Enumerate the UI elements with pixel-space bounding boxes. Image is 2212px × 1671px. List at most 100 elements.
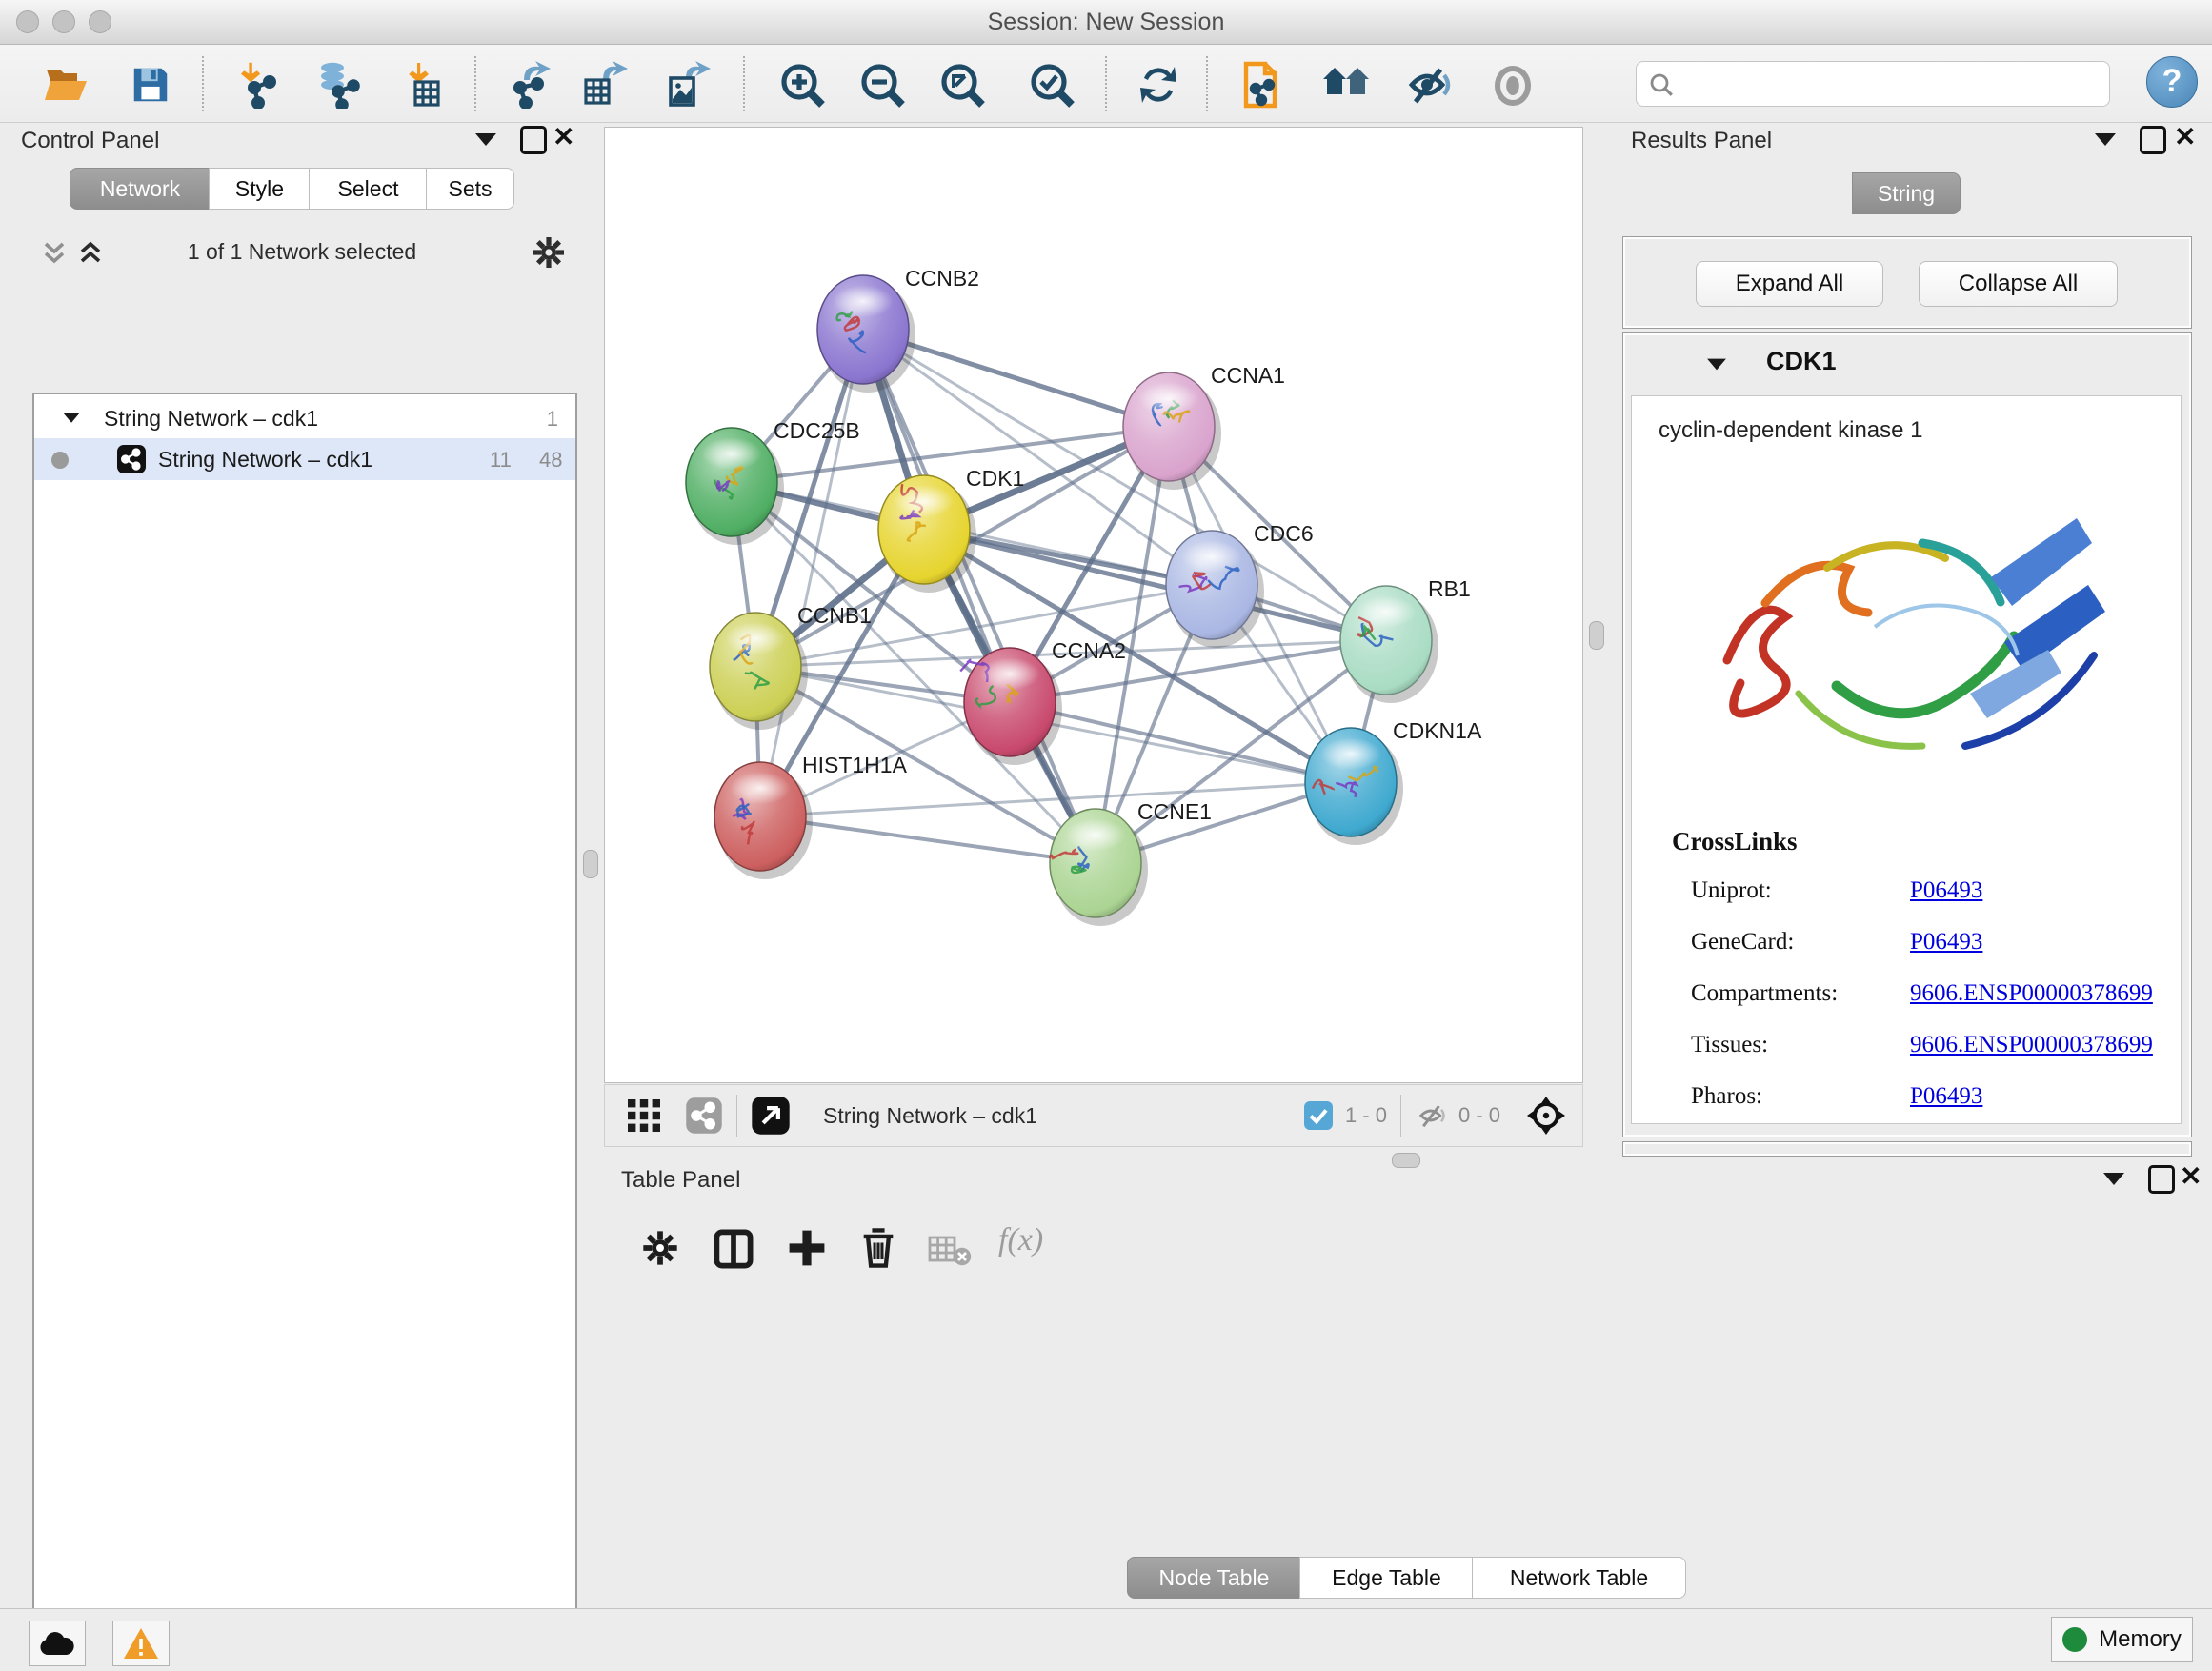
toolbar-separator (1400, 1095, 1401, 1137)
crosslink-pharos-link[interactable]: P06493 (1910, 1083, 1982, 1110)
cloud-status-button[interactable] (29, 1621, 86, 1666)
tab-node-table[interactable]: Node Table (1127, 1557, 1301, 1599)
open-session-button[interactable] (40, 58, 93, 111)
crosslink-label: GeneCard: (1691, 929, 1794, 956)
import-table-icon (398, 61, 448, 109)
results-panel-close-icon[interactable]: ✕ (2174, 126, 2196, 149)
network-node-ccna1[interactable]: CCNA1 (1123, 363, 1285, 490)
expand-all-networks-icon[interactable] (76, 238, 105, 267)
node-section-collapse-icon[interactable] (1707, 359, 1726, 371)
crosslink-uniprot-link[interactable]: P06493 (1910, 877, 1982, 904)
control-panel-float-icon[interactable] (520, 126, 547, 154)
show-columns-icon[interactable] (713, 1228, 754, 1270)
zoom-selected-button[interactable] (1025, 58, 1078, 111)
network-row-selected[interactable]: String Network – cdk1 11 48 (34, 438, 575, 480)
grid-view-icon[interactable] (626, 1097, 662, 1134)
control-panel-menu-icon[interactable] (475, 133, 496, 146)
toolbar-separator (1105, 56, 1107, 111)
import-network-database-button[interactable] (312, 58, 365, 111)
node-gene-symbol: CDK1 (1766, 347, 1837, 376)
table-options-gear-icon[interactable] (640, 1228, 680, 1268)
memory-status-button[interactable]: Memory (2051, 1617, 2193, 1662)
zoom-out-button[interactable] (855, 58, 909, 111)
apply-layout-button[interactable] (1132, 58, 1185, 111)
table-panel-menu-icon[interactable] (2103, 1173, 2124, 1185)
collapse-all-networks-icon[interactable] (40, 238, 69, 267)
crosslink-tissues-link[interactable]: 9606.ENSP00000378699 (1910, 1032, 2153, 1058)
crosslinks-title: CrossLinks (1672, 827, 1798, 856)
network-options-gear-icon[interactable] (531, 234, 567, 271)
zoom-fit-button[interactable] (935, 58, 989, 111)
collection-collapse-icon[interactable] (63, 413, 80, 422)
database-icon (313, 61, 363, 109)
show-graphics-details-button[interactable] (1486, 58, 1539, 111)
network-from-clipboard-button[interactable] (1237, 58, 1290, 111)
detach-view-icon[interactable] (751, 1096, 791, 1136)
export-image-button[interactable] (661, 58, 714, 111)
network-node-cdkn1a[interactable]: CDKN1A (1305, 718, 1482, 845)
toolbar-separator (474, 56, 476, 111)
delete-column-icon[interactable] (857, 1226, 899, 1270)
tab-string[interactable]: String (1852, 172, 1961, 214)
table-panel-float-icon[interactable] (2148, 1165, 2175, 1194)
network-node-ccnb2[interactable]: CCNB2 (817, 266, 979, 393)
collapse-all-button[interactable]: Collapse All (1919, 261, 2118, 307)
expand-all-button[interactable]: Expand All (1696, 261, 1883, 307)
export-table-button[interactable] (578, 58, 632, 111)
save-session-button[interactable] (124, 58, 177, 111)
control-panel-close-icon[interactable]: ✕ (553, 126, 574, 149)
network-overview-icon[interactable] (685, 1097, 723, 1135)
search-input[interactable] (1682, 66, 2096, 100)
table-panel-close-icon[interactable]: ✕ (2180, 1165, 2202, 1188)
tab-style[interactable]: Style (209, 168, 311, 210)
network-node-ccne1[interactable]: CCNE1 (1050, 799, 1212, 926)
network-collection-row[interactable]: String Network – cdk1 1 (34, 398, 575, 438)
zoom-in-button[interactable] (775, 58, 829, 111)
import-network-file-button[interactable] (231, 58, 285, 111)
network-node-rb1[interactable]: RB1 (1340, 576, 1471, 703)
network-edge[interactable] (863, 330, 1096, 863)
selected-checkbox-icon[interactable] (1303, 1100, 1334, 1131)
refresh-icon (1135, 61, 1182, 109)
warnings-button[interactable] (112, 1621, 170, 1666)
current-network-indicator-dot (51, 452, 69, 469)
hidden-eye-icon (1415, 1101, 1449, 1130)
results-next-section-partial (1622, 1141, 2192, 1157)
main-toolbar: ? (0, 45, 2212, 123)
node-label: RB1 (1428, 576, 1471, 601)
results-panel-float-icon[interactable] (2140, 126, 2166, 154)
hide-unhide-button[interactable] (1402, 58, 1456, 111)
tab-edge-table[interactable]: Edge Table (1299, 1557, 1474, 1599)
network-graph[interactable]: CCNB2CCNA1CDC25BCDK1CDC6RB1CCNB1CCNA2CDK… (605, 128, 1582, 1082)
export-network-button[interactable] (503, 58, 556, 111)
crosslink-compartments-link[interactable]: 9606.ENSP00000378699 (1910, 980, 2153, 1007)
create-column-icon[interactable] (785, 1226, 829, 1270)
toolbar-separator (1206, 56, 1208, 111)
zoom-selected-icon (1028, 61, 1076, 109)
cloud-icon (38, 1628, 76, 1659)
memory-ok-indicator (2062, 1627, 2087, 1652)
network-node-count: 11 (490, 448, 512, 473)
results-panel-menu-icon[interactable] (2095, 133, 2116, 146)
network-view-canvas[interactable]: CCNB2CCNA1CDC25BCDK1CDC6RB1CCNB1CCNA2CDK… (604, 127, 1583, 1083)
document-network-icon (1238, 60, 1288, 110)
window-title: Session: New Session (0, 9, 2212, 36)
collection-count: 1 (547, 407, 558, 432)
show-all-networks-button[interactable] (1320, 58, 1374, 111)
import-table-file-button[interactable] (396, 58, 450, 111)
network-node-ccna2[interactable]: CCNA2 (960, 638, 1126, 765)
memory-label: Memory (2099, 1626, 2182, 1653)
right-splitter-handle[interactable] (1589, 621, 1604, 650)
network-node-hist1h1a[interactable]: HIST1H1A (714, 753, 908, 879)
birds-eye-navigator-icon[interactable] (1525, 1095, 1567, 1137)
tab-network[interactable]: Network (70, 168, 211, 210)
left-splitter-handle[interactable] (583, 850, 598, 878)
crosslink-label: Tissues: (1691, 1032, 1768, 1058)
help-button[interactable]: ? (2146, 56, 2198, 108)
network-tree: String Network – cdk1 1 String Network –… (32, 393, 577, 1671)
tab-network-table[interactable]: Network Table (1472, 1557, 1686, 1599)
tab-sets[interactable]: Sets (426, 168, 514, 210)
tab-select[interactable]: Select (309, 168, 428, 210)
crosslink-genecard-link[interactable]: P06493 (1910, 929, 1982, 956)
network-view-title: String Network – cdk1 (823, 1103, 1037, 1129)
